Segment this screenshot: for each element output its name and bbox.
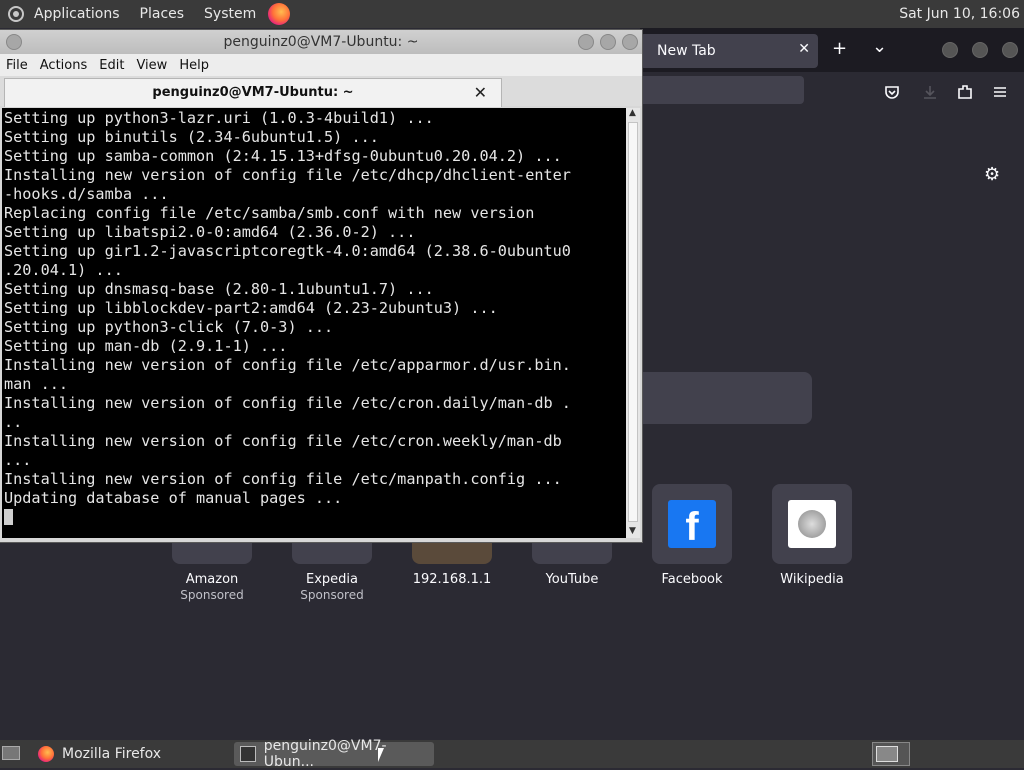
panel-clock[interactable]: Sat Jun 10, 16:06 (899, 0, 1024, 28)
terminal-window[interactable]: penguinz0@VM7-Ubuntu: ~ File Actions Edi… (0, 30, 642, 542)
bottom-taskbar: Mozilla Firefox penguinz0@VM7-Ubun... (0, 738, 1024, 770)
menu-file[interactable]: File (0, 58, 34, 73)
taskbar-terminal[interactable]: penguinz0@VM7-Ubun... (234, 738, 434, 770)
firefox-window: New Tab ✕ + ⌄ ⚙ (640, 28, 1024, 740)
menu-actions[interactable]: Actions (34, 58, 94, 73)
downloads-icon[interactable] (922, 84, 938, 100)
close-window-icon[interactable] (1002, 42, 1018, 58)
pocket-icon[interactable] (884, 84, 900, 100)
new-tab-button[interactable]: + (832, 38, 847, 59)
scroll-down-icon[interactable]: ▼ (629, 526, 636, 536)
menu-hamburger-icon[interactable] (992, 84, 1008, 100)
shortcut-wikipedia[interactable]: Wikipedia (762, 484, 862, 587)
scrollbar-thumb[interactable] (628, 122, 638, 522)
terminal-tabbar: penguinz0@VM7-Ubuntu: ~ ✕ (0, 76, 642, 107)
shortcut-title: Amazon (185, 572, 239, 587)
show-desktop-icon[interactable] (2, 746, 20, 760)
menu-places[interactable]: Places (130, 6, 195, 22)
firefox-toolbar (640, 72, 1024, 112)
shortcut-tile: f (652, 484, 732, 564)
menu-edit[interactable]: Edit (93, 58, 130, 73)
scroll-up-icon[interactable]: ▲ (629, 108, 636, 118)
tab-close-icon[interactable]: ✕ (798, 41, 810, 57)
firefox-icon (38, 746, 54, 762)
new-tab-page: ⚙ (640, 112, 1024, 740)
tab-new-tab[interactable]: New Tab ✕ (640, 34, 818, 68)
close-tab-icon[interactable]: ✕ (474, 79, 487, 107)
list-tabs-icon[interactable]: ⌄ (872, 36, 887, 57)
terminal-cursor (4, 509, 13, 525)
firefox-tabbar: New Tab ✕ + ⌄ (640, 28, 1024, 72)
shortcut-facebook[interactable]: f Facebook (642, 484, 742, 587)
close-window-icon[interactable] (622, 34, 638, 50)
shortcut-sponsored: Sponsored (300, 588, 364, 602)
terminal-output-text: Setting up python3-lazr.uri (1.0.3-4buil… (4, 109, 571, 507)
menu-applications[interactable]: Applications (24, 6, 130, 22)
workspace-switcher[interactable] (872, 742, 910, 766)
minimize-icon[interactable] (942, 42, 958, 58)
shortcut-title: YouTube (545, 572, 599, 587)
shortcut-title: Facebook (661, 572, 723, 587)
taskbar-item-label: Mozilla Firefox (62, 746, 162, 762)
shortcut-tile (772, 484, 852, 564)
terminal-text: Setting up python3-lazr.uri (1.0.3-4buil… (2, 108, 626, 528)
terminal-titlebar[interactable]: penguinz0@VM7-Ubuntu: ~ (0, 30, 642, 54)
search-box[interactable] (640, 372, 812, 424)
menu-help[interactable]: Help (173, 58, 215, 73)
maximize-icon[interactable] (600, 34, 616, 50)
tab-label: New Tab (657, 43, 716, 59)
terminal-tab[interactable]: penguinz0@VM7-Ubuntu: ~ ✕ (4, 78, 502, 107)
gear-icon[interactable]: ⚙ (984, 164, 1000, 185)
facebook-icon: f (668, 500, 716, 549)
menu-system[interactable]: System (194, 6, 266, 22)
taskbar-firefox[interactable]: Mozilla Firefox (36, 742, 226, 766)
terminal-scrollbar[interactable]: ▲ ▼ (626, 108, 640, 538)
maximize-icon[interactable] (972, 42, 988, 58)
shortcut-sponsored: Sponsored (180, 588, 244, 602)
firefox-launcher-icon[interactable] (268, 3, 291, 25)
terminal-window-title: penguinz0@VM7-Ubuntu: ~ (223, 34, 419, 50)
ubuntu-logo-icon[interactable] (8, 6, 24, 22)
menu-view[interactable]: View (130, 58, 173, 73)
extensions-icon[interactable] (956, 83, 974, 101)
shortcut-title: Wikipedia (780, 572, 844, 587)
terminal-menubar: File Actions Edit View Help (0, 54, 642, 76)
top-panel: Applications Places System Sat Jun 10, 1… (0, 0, 1024, 28)
wikipedia-icon (788, 500, 836, 548)
url-bar[interactable] (640, 76, 804, 104)
window-menu-icon[interactable] (6, 34, 22, 50)
terminal-tab-title: penguinz0@VM7-Ubuntu: ~ (152, 85, 354, 100)
taskbar-item-label: penguinz0@VM7-Ubun... (263, 738, 387, 770)
mouse-pointer-icon (378, 748, 384, 762)
terminal-icon (240, 746, 256, 762)
terminal-output[interactable]: Setting up python3-lazr.uri (1.0.3-4buil… (2, 108, 626, 538)
shortcut-title: 192.168.1.1 (412, 572, 492, 587)
shortcut-title: Expedia (306, 572, 358, 587)
minimize-icon[interactable] (578, 34, 594, 50)
